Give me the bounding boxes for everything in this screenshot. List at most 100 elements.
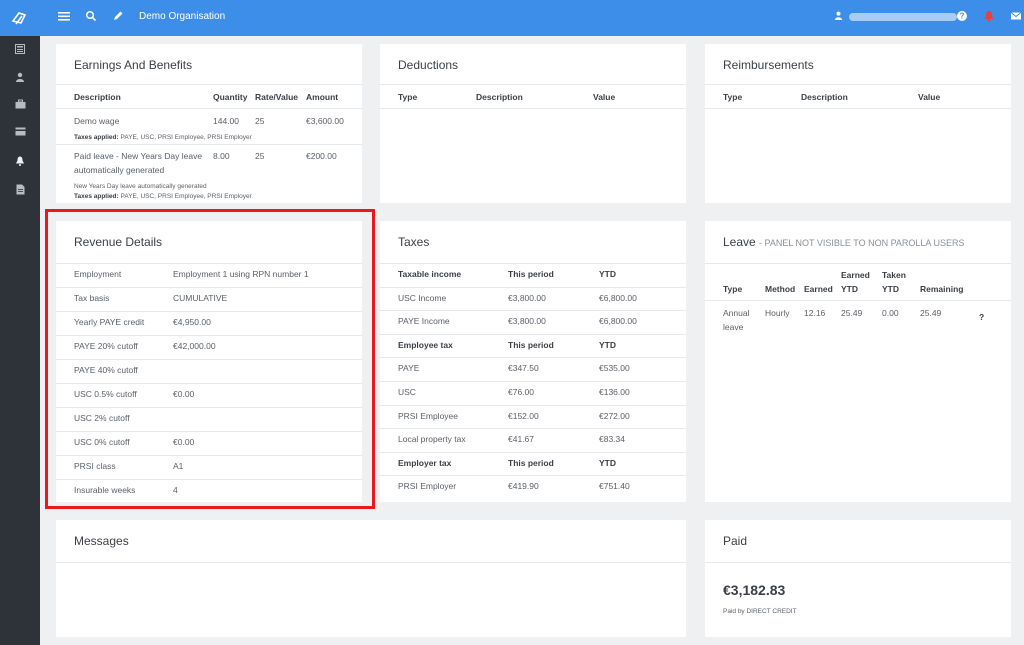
tax-cell: €41.67 (508, 434, 534, 445)
column-header-value[interactable]: Value (918, 92, 940, 102)
divider (705, 84, 1011, 85)
earning-description: Paid leave - New Years Day leave (74, 151, 203, 161)
user-menu[interactable] (834, 11, 957, 23)
earnings-title: Earnings And Benefits (74, 58, 193, 72)
column-header-remaining[interactable]: Remaining (920, 284, 963, 294)
earning-description-continued: automatically generated (74, 165, 165, 175)
leave-earned-ytd: 25.49 (841, 308, 863, 318)
tax-section-header: Employee tax (398, 339, 453, 350)
divider (380, 108, 686, 109)
user-icon (834, 11, 843, 20)
taxes-panel: Taxes Taxable income This period YTD USC In… (380, 221, 686, 502)
leave-type: Annual (723, 308, 750, 318)
document-icon[interactable] (12, 184, 28, 198)
column-header-description[interactable]: Description (801, 92, 848, 102)
search-icon[interactable] (83, 10, 99, 26)
leave-title: Leave - PANEL NOT VISIBLE TO NON PAROLLA… (723, 235, 965, 249)
divider (380, 475, 686, 477)
svg-text:?: ? (960, 12, 965, 21)
leave-remaining: 25.49 (920, 308, 942, 318)
tax-cell: €6,800.00 (599, 316, 637, 327)
divider (705, 300, 1011, 301)
column-header-type[interactable]: Type (398, 92, 417, 102)
tax-section-header: YTD (599, 269, 616, 279)
column-header-taken-ytd-line2[interactable]: YTD (882, 284, 899, 294)
deductions-title: Deductions (398, 58, 459, 72)
earning-quantity: 8.00 (213, 151, 230, 161)
tax-cell: USC (398, 387, 416, 397)
top-bar: Demo Organisation ? (0, 0, 1024, 36)
divider (380, 333, 686, 335)
column-header-rate[interactable]: Rate/Value (255, 92, 298, 102)
column-header-quantity[interactable]: Quantity (213, 92, 247, 102)
bell-icon[interactable] (12, 156, 28, 170)
earnings-panel: Earnings And Benefits Description Quanti… (56, 44, 362, 203)
parolla-logo-icon[interactable] (8, 7, 30, 29)
divider (380, 286, 686, 288)
paid-panel: Paid €3,182.83 Paid by DIRECT CREDIT (705, 520, 1011, 637)
tax-section-header: Taxable income (398, 269, 462, 279)
column-header-method[interactable]: Method (765, 284, 795, 294)
organisation-name[interactable]: Demo Organisation (139, 11, 225, 22)
column-header-value[interactable]: Value (593, 92, 615, 102)
tax-cell: €6,800.00 (599, 292, 637, 303)
divider (380, 451, 686, 453)
earning-rate: 25 (255, 151, 265, 161)
dashboard-icon[interactable] (12, 44, 28, 58)
sidebar (0, 36, 40, 645)
leave-method: Hourly (765, 308, 790, 318)
alert-icon[interactable] (981, 10, 997, 26)
leave-panel: Leave - PANEL NOT VISIBLE TO NON PAROLLA… (705, 221, 1011, 502)
column-header-taken-ytd[interactable]: Taken (882, 270, 906, 280)
tax-section-header: YTD (599, 457, 616, 468)
divider (380, 357, 686, 359)
column-header-description[interactable]: Description (476, 92, 523, 102)
column-header-earned-ytd-line2[interactable]: YTD (841, 284, 858, 294)
column-header-earned[interactable]: Earned (804, 284, 833, 294)
pencil-icon[interactable] (110, 10, 126, 26)
mail-icon[interactable] (1008, 10, 1024, 26)
tax-cell: PRSI Employee (398, 410, 458, 421)
earning-note: New Years Day leave automatically genera… (74, 183, 207, 190)
tax-cell: PAYE Income (398, 316, 450, 327)
tax-cell: €136.00 (599, 387, 630, 397)
divider (56, 84, 362, 85)
user-name-redacted (848, 13, 957, 22)
taxes-title: Taxes (398, 235, 430, 249)
tax-cell: €419.90 (508, 481, 539, 492)
reimbursements-panel: Reimbursements Type Description Value (705, 44, 1011, 203)
leave-help-icon[interactable]: ? (979, 312, 984, 322)
tax-cell: €535.00 (599, 363, 630, 374)
divider (380, 84, 686, 85)
tax-cell: €347.50 (508, 363, 539, 374)
tax-cell: €152.00 (508, 410, 539, 421)
tax-cell: Local property tax (398, 434, 466, 445)
payroll-icon[interactable] (12, 127, 28, 141)
column-header-description[interactable]: Description (74, 92, 121, 102)
tax-section-header: This period (508, 339, 554, 350)
menu-icon[interactable] (56, 10, 72, 26)
paid-amount: €3,182.83 (723, 582, 786, 598)
leave-subtitle: - PANEL NOT VISIBLE TO NON PAROLLA USERS (759, 238, 965, 248)
tax-cell: €3,800.00 (508, 316, 546, 327)
tax-section-header: Employer tax (398, 457, 452, 468)
tax-section-header: This period (508, 269, 554, 279)
paid-method: Paid by DIRECT CREDIT (723, 608, 797, 615)
briefcase-icon[interactable] (12, 99, 28, 113)
taxes-applied-note: Taxes applied: PAYE, USC, PRSI Employee,… (74, 193, 252, 200)
column-header-type[interactable]: Type (723, 92, 742, 102)
help-icon[interactable]: ? (954, 10, 970, 26)
tax-cell: USC Income (398, 292, 447, 303)
column-header-type[interactable]: Type (723, 284, 742, 294)
messages-title: Messages (74, 534, 129, 548)
divider (56, 108, 362, 109)
leave-taken-ytd: 0.00 (882, 308, 899, 318)
people-icon[interactable] (12, 72, 28, 86)
column-header-amount[interactable]: Amount (306, 92, 338, 102)
earning-description: Demo wage (74, 116, 120, 126)
earning-rate: 25 (255, 116, 265, 126)
divider (380, 310, 686, 312)
divider (56, 562, 686, 563)
earning-quantity: 144.00 (213, 116, 239, 126)
column-header-earned-ytd[interactable]: Earned (841, 270, 870, 280)
